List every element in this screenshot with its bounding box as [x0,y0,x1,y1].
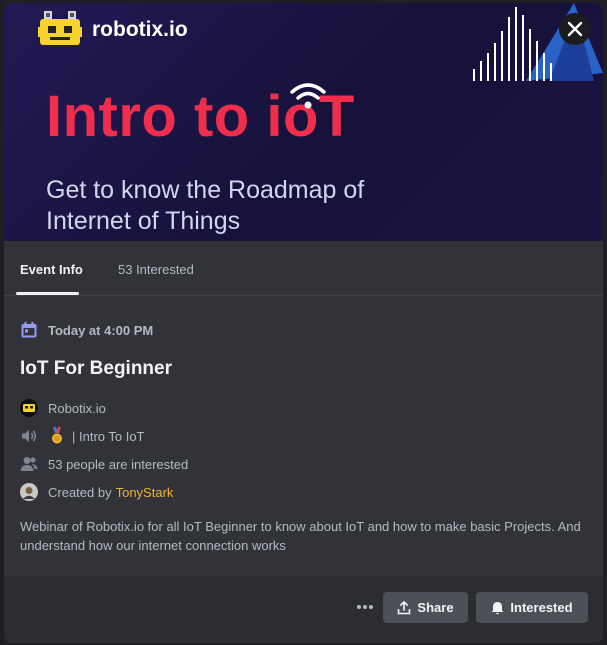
creator-row: Created by TonyStark [20,483,173,501]
interested-row: 53 people are interested [20,455,188,473]
event-modal: robotix.io Intro to ioT Get to know the … [4,3,603,643]
people-icon [20,455,38,473]
active-tab-indicator [16,292,79,295]
bell-icon [491,601,504,614]
close-icon [567,21,583,37]
event-banner: robotix.io Intro to ioT Get to know the … [4,3,603,241]
calendar-icon [20,321,38,339]
more-button[interactable] [354,596,376,618]
share-label: Share [417,600,454,615]
more-icon [357,605,373,609]
interested-button[interactable]: Interested [476,592,588,623]
event-description: Webinar of Robotix.io for all IoT Beginn… [20,519,581,553]
share-icon [398,600,411,614]
robot-logo-icon [38,11,82,45]
event-time: Today at 4:00 PM [48,322,154,338]
event-tabs: Event Info 53 Interested [4,241,603,296]
share-button[interactable]: Share [383,592,468,623]
server-row[interactable]: Robotix.io [20,399,106,417]
created-by-label: Created by [48,484,112,500]
interested-label: Interested [510,600,573,615]
modal-footer: Share Interested [4,576,603,643]
interested-count: 53 people are interested [48,456,189,472]
brand: robotix.io [38,11,188,49]
channel-row[interactable]: | Intro To IoT [20,427,145,445]
banner-subtitle: Get to know the Roadmap of Internet of T… [46,176,365,235]
channel-name: | Intro To IoT [72,428,145,444]
medal-icon [48,427,66,445]
event-time-row: Today at 4:00 PM [20,321,153,339]
tab-interested[interactable]: 53 Interested [118,262,194,277]
server-avatar [20,399,38,417]
server-name: Robotix.io [48,400,106,416]
wifi-icon [290,83,326,109]
creator-name[interactable]: TonyStark [116,485,174,500]
tab-event-info[interactable]: Event Info [20,262,83,277]
brand-name: robotix.io [92,18,188,41]
event-title: IoT For Beginner [20,358,172,379]
close-button[interactable] [559,13,591,45]
creator-avatar[interactable] [20,483,38,501]
speaker-icon [20,427,38,445]
